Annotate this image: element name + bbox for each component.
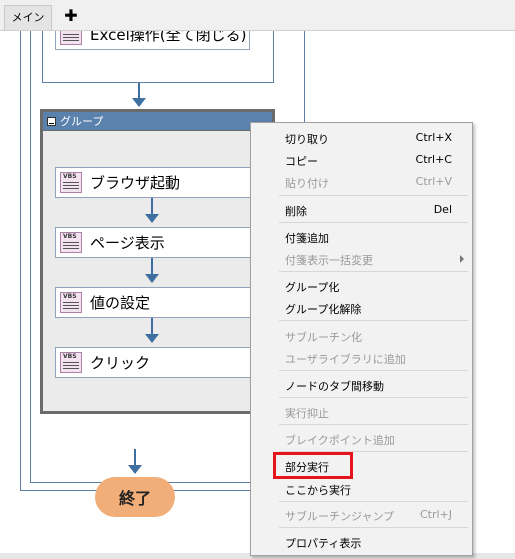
menu-item-delete[interactable]: 削除 Del [251, 200, 472, 220]
end-node[interactable]: 終了 [95, 477, 175, 517]
vbs-script-icon: VBS [60, 172, 82, 193]
menu-item-paste[interactable]: 貼り付け Ctrl+V [251, 172, 472, 192]
vbs-icon-text: VBS [63, 293, 77, 300]
flow-connector [151, 318, 153, 335]
menu-item-shortcut: Ctrl+V [415, 175, 452, 188]
vbs-icon-text: VBS [63, 173, 77, 180]
node-label: クリック [90, 354, 151, 372]
menu-item-label: コピー [285, 155, 318, 168]
node-label: 値の設定 [90, 294, 151, 312]
menu-item-group[interactable]: グループ化 [251, 276, 472, 296]
menu-item-shortcut: Del [433, 203, 452, 216]
menu-item-label: グループ化解除 [285, 303, 362, 316]
menu-item-add-sticky[interactable]: 付箋追加 [251, 227, 472, 247]
menu-separator [279, 271, 468, 272]
arrow-down-icon [128, 465, 142, 474]
menu-item-label: 部分実行 [285, 461, 329, 474]
menu-item-move-node-tab[interactable]: ノードのタブ間移動 [251, 375, 472, 395]
menu-item-copy[interactable]: コピー Ctrl+C [251, 150, 472, 170]
menu-item-label: 削除 [285, 205, 307, 218]
arrow-down-icon [145, 214, 159, 223]
menu-item-add-to-user-library[interactable]: ユーザライブラリに追加 [251, 348, 472, 368]
menu-separator [279, 195, 468, 196]
collapse-icon[interactable] [47, 116, 56, 126]
tab-bar: メイン ✚ [0, 0, 515, 31]
menu-separator [279, 370, 468, 371]
flow-node-browser-launch[interactable]: VBS ブラウザ起動 [55, 167, 255, 198]
flow-connector [151, 258, 153, 275]
vbs-script-icon: VBS [60, 352, 82, 373]
flow-connector [138, 83, 140, 99]
vbs-icon-text: VBS [63, 233, 77, 240]
menu-item-label: ここから実行 [285, 484, 351, 497]
node-label: ページ表示 [90, 234, 165, 252]
menu-separator [279, 451, 468, 452]
vbs-script-icon: VBS [60, 292, 82, 313]
menu-item-shortcut: Ctrl+C [415, 153, 452, 166]
menu-item-label: グループ化 [285, 281, 340, 294]
vbs-icon-text: VBS [63, 31, 77, 32]
menu-separator [279, 397, 468, 398]
flow-node-set-value[interactable]: VBS 値の設定 [55, 287, 255, 318]
arrow-down-icon [132, 98, 146, 107]
menu-item-to-subroutine[interactable]: サブルーチン化 [251, 326, 472, 346]
tab-main[interactable]: メイン [4, 5, 52, 30]
node-label: ブラウザ起動 [90, 174, 181, 192]
menu-separator [279, 222, 468, 223]
menu-item-partial-run[interactable]: 部分実行 [251, 456, 472, 476]
vbs-icon-text: VBS [63, 353, 77, 360]
context-menu: 切り取り Ctrl+X コピー Ctrl+C 貼り付け Ctrl+V 削除 De… [250, 122, 473, 556]
menu-separator [279, 527, 468, 528]
menu-item-label: 貼り付け [285, 177, 329, 190]
flow-connector [151, 198, 153, 215]
menu-item-shortcut: Ctrl+J [419, 508, 452, 521]
menu-item-properties[interactable]: プロパティ表示 [251, 532, 472, 552]
menu-item-label: 付箋表示一括変更 [285, 254, 373, 267]
menu-item-label: ブレイクポイント追加 [285, 434, 395, 447]
menu-item-cut[interactable]: 切り取り Ctrl+X [251, 128, 472, 148]
menu-item-ungroup[interactable]: グループ化解除 [251, 298, 472, 318]
flow-node-excel[interactable]: VBS Excel操作(全て閉じる) [55, 31, 250, 50]
menu-item-suppress-execution[interactable]: 実行抑止 [251, 402, 472, 422]
vbs-script-icon: VBS [60, 31, 82, 45]
menu-separator [279, 501, 468, 502]
menu-item-label: プロパティ表示 [285, 537, 362, 550]
menu-item-sticky-bulk-change[interactable]: 付箋表示一括変更 [251, 249, 472, 269]
menu-item-add-breakpoint[interactable]: ブレイクポイント追加 [251, 429, 472, 449]
vbs-script-icon: VBS [60, 232, 82, 253]
arrow-down-icon [145, 274, 159, 283]
menu-separator [279, 320, 468, 321]
add-tab-icon[interactable]: ✚ [62, 5, 80, 27]
menu-item-run-from-here[interactable]: ここから実行 [251, 479, 472, 499]
node-label: Excel操作(全て閉じる) [90, 31, 247, 44]
menu-item-label: ユーザライブラリに追加 [285, 353, 406, 366]
flow-node-page-display[interactable]: VBS ページ表示 [55, 227, 255, 258]
menu-item-shortcut: Ctrl+X [415, 131, 452, 144]
menu-item-label: サブルーチンジャンプ [285, 510, 395, 523]
group-header[interactable]: グループ [43, 112, 272, 130]
submenu-arrow-icon [460, 255, 464, 263]
menu-item-subroutine-jump[interactable]: サブルーチンジャンプ Ctrl+J [251, 505, 472, 525]
menu-item-label: 切り取り [285, 133, 329, 146]
menu-item-label: 付箋追加 [285, 232, 329, 245]
arrow-down-icon [145, 334, 159, 343]
menu-item-label: 実行抑止 [285, 407, 329, 420]
group-title: グループ [60, 115, 104, 128]
flow-node-click[interactable]: VBS クリック [55, 347, 255, 378]
menu-item-label: サブルーチン化 [285, 331, 362, 344]
menu-item-label: ノードのタブ間移動 [285, 380, 384, 393]
menu-separator [279, 424, 468, 425]
